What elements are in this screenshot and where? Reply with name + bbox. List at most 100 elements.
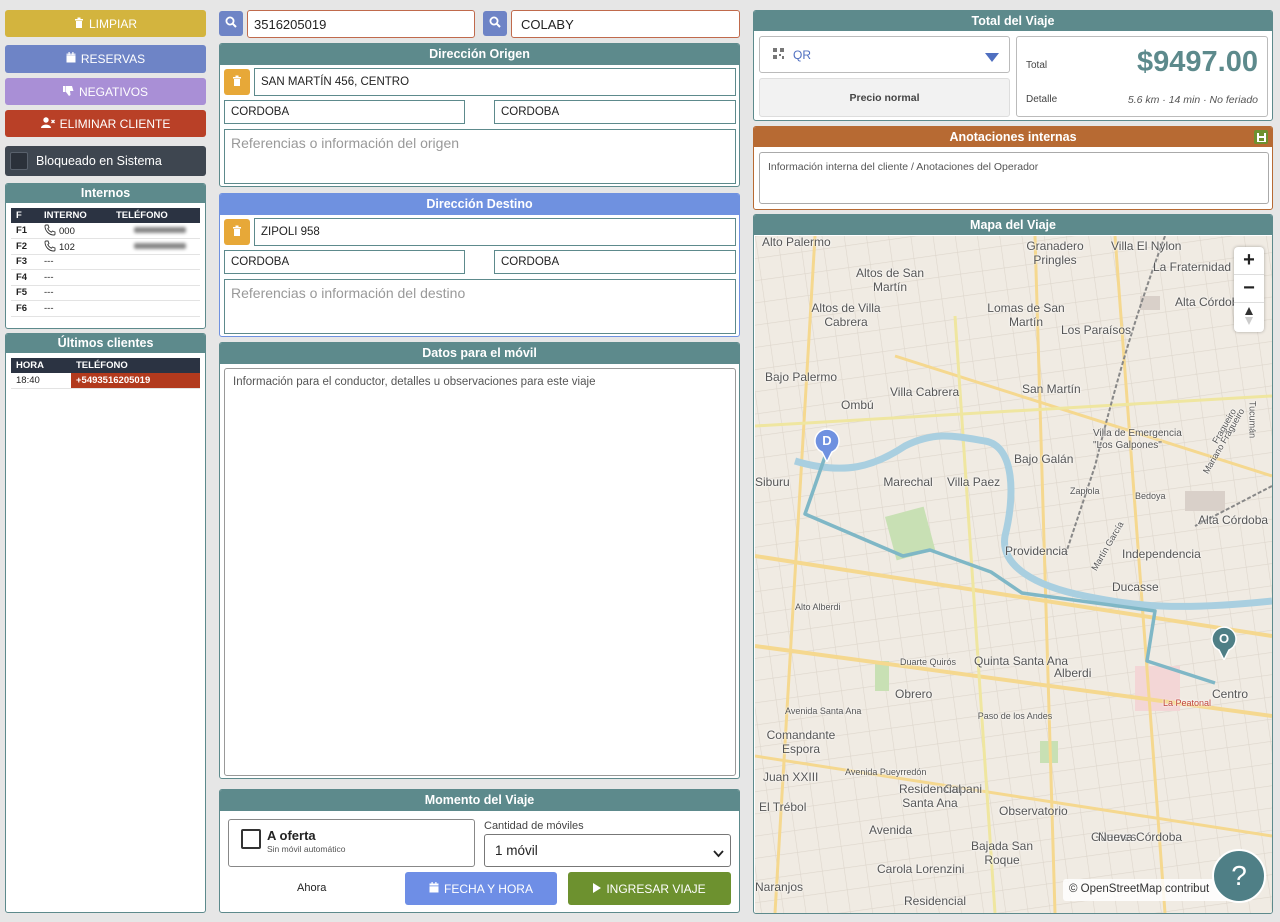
interno-cell: --- <box>39 269 111 286</box>
a-oferta-sublabel: Sin móvil automático <box>267 844 346 854</box>
interno-cell: --- <box>39 254 111 270</box>
map-canvas[interactable]: Alto Palermo Granadero Pringles Villa El N… <box>755 236 1272 913</box>
origen-city-input[interactable]: CORDOBA <box>224 100 465 124</box>
interno-cell: --- <box>39 300 111 317</box>
map-attribution[interactable]: © OpenStreetMap contribut <box>1063 879 1233 901</box>
reservas-button[interactable]: RESERVAS <box>5 45 206 73</box>
zoom-out-button[interactable]: − <box>1234 275 1264 303</box>
map-label: Villa de Emergencia "Los Galpones" <box>1093 428 1182 451</box>
eliminar-cliente-button[interactable]: ELIMINAR CLIENTE <box>5 110 206 137</box>
map-label: Avenida <box>869 823 913 837</box>
table-row[interactable]: F6 --- <box>11 300 200 317</box>
thumbs-down-icon <box>62 85 74 99</box>
detalle-value: 5.6 km · 14 min · No feriado <box>1127 94 1258 106</box>
phone-icon[interactable] <box>44 240 59 253</box>
table-row[interactable]: F2 102 <box>11 238 200 255</box>
anotaciones-textarea[interactable]: Información interna del cliente / Anotac… <box>759 152 1269 204</box>
map-label: Los Paraísos <box>1061 323 1132 337</box>
search-icon <box>225 16 237 31</box>
a-oferta-checkbox[interactable] <box>241 829 261 849</box>
map-label: Residencial Santa Ana <box>898 782 962 810</box>
caret-down-icon <box>985 51 999 65</box>
save-icon[interactable] <box>1254 130 1268 144</box>
trash-icon <box>74 17 84 31</box>
f-cell: F5 <box>11 285 39 301</box>
map-label: San Martín <box>1022 382 1081 396</box>
a-oferta-label: A oferta <box>267 828 316 843</box>
internos-table-header: F INTERNO TELÉFONO <box>11 208 200 223</box>
redacted-phone <box>134 227 186 233</box>
interno-value: 102 <box>59 241 75 253</box>
origen-marker[interactable]: O <box>1210 626 1238 660</box>
payment-select[interactable]: QR <box>759 36 1010 73</box>
origen-address-input[interactable]: SAN MARTÍN 456, CENTRO <box>254 68 736 96</box>
destino-city: CORDOBA <box>231 256 290 268</box>
destino-ref-textarea[interactable]: Referencias o información del destino <box>224 279 736 334</box>
map-label: Villa El Nylon <box>1111 239 1182 253</box>
destino-province-input[interactable]: CORDOBA <box>494 250 736 274</box>
bloqueado-checkbox[interactable] <box>10 152 28 170</box>
map-label: Altos de San Martín <box>855 266 925 294</box>
header-interno: INTERNO <box>44 210 87 221</box>
tarifa-button[interactable]: Precio normal <box>759 78 1010 117</box>
search-name-button[interactable] <box>483 11 507 36</box>
internos-title: Internos <box>6 184 205 203</box>
ahora-label[interactable]: Ahora <box>297 882 326 894</box>
bloqueado-label: Bloqueado en Sistema <box>36 154 162 168</box>
ultimos-title: Últimos clientes <box>6 334 205 353</box>
map-label: Providencia <box>1005 544 1068 558</box>
map-label: Naranjos <box>755 880 804 894</box>
destino-address: ZIPOLI 958 <box>261 226 320 238</box>
clear-origen-button[interactable] <box>224 69 250 95</box>
a-oferta-toggle[interactable]: A oferta Sin móvil automático <box>228 819 475 867</box>
ultimos-clientes-panel: Últimos clientes HORA TELÉFONO 18:40 +54… <box>5 333 206 913</box>
help-button[interactable]: ? <box>1212 849 1266 903</box>
destino-address-input[interactable]: ZIPOLI 958 <box>254 218 736 246</box>
ingresar-viaje-button[interactable]: INGRESAR VIAJE <box>568 872 731 905</box>
map-label: Avenida Pueyrredón <box>845 767 927 777</box>
f-cell: F6 <box>11 300 39 317</box>
clear-destino-button[interactable] <box>224 219 250 245</box>
telefono-cell <box>111 269 200 286</box>
datos-movil-textarea[interactable]: Información para el conductor, detalles … <box>224 368 736 776</box>
negativos-label: NEGATIVOS <box>78 84 149 99</box>
map-label: Observatorio <box>999 804 1068 818</box>
phone-input[interactable]: 3516205019 <box>247 10 475 38</box>
f-cell: F3 <box>11 254 39 270</box>
help-icon: ? <box>1231 860 1247 891</box>
map-label: Nueva Córdoba <box>1098 830 1183 844</box>
table-row[interactable]: F4 --- <box>11 269 200 286</box>
momento-panel: Momento del Viaje A oferta Sin móvil aut… <box>219 789 740 913</box>
fecha-hora-button[interactable]: FECHA Y HORA <box>405 872 557 905</box>
name-input[interactable]: COLABY <box>511 10 740 38</box>
telefono-cell <box>111 238 200 255</box>
map-label: Comandante Espora <box>766 728 836 756</box>
destino-marker[interactable]: D <box>813 428 841 462</box>
payment-value: QR <box>793 47 811 62</box>
zoom-in-button[interactable]: + <box>1234 247 1264 275</box>
map-label: Alberdi <box>1054 666 1092 680</box>
search-phone-button[interactable] <box>219 11 243 36</box>
phone-icon[interactable] <box>44 224 59 237</box>
origen-ref-textarea[interactable]: Referencias o información del origen <box>224 129 736 184</box>
table-row[interactable]: 18:40 +5493516205019 <box>11 373 200 389</box>
cantidad-select[interactable]: 1 móvil <box>484 834 731 867</box>
qr-code-icon <box>773 47 784 62</box>
table-row[interactable]: F5 --- <box>11 285 200 301</box>
table-row[interactable]: F3 --- <box>11 254 200 270</box>
origen-address: SAN MARTÍN 456, CENTRO <box>261 76 410 88</box>
limpiar-button[interactable]: LIMPIAR <box>5 10 206 37</box>
telefono-cell[interactable]: +5493516205019 <box>71 373 200 389</box>
anotaciones-placeholder: Información interna del cliente / Anotac… <box>768 161 1039 173</box>
table-row[interactable]: F1 000 <box>11 223 200 239</box>
origen-province-input[interactable]: CORDOBA <box>494 100 736 124</box>
negativos-button[interactable]: NEGATIVOS <box>5 78 206 105</box>
map-label: Juan XXIII <box>763 770 819 784</box>
interno-cell: 000 <box>39 223 111 239</box>
telefono-cell <box>111 254 200 270</box>
compass-button[interactable] <box>1234 303 1264 331</box>
destino-city-input[interactable]: CORDOBA <box>224 250 465 274</box>
bloqueado-toggle[interactable]: Bloqueado en Sistema <box>5 146 206 176</box>
map-label: Duarte Quirós <box>900 657 957 667</box>
mapa-title: Mapa del Viaje <box>754 215 1272 235</box>
